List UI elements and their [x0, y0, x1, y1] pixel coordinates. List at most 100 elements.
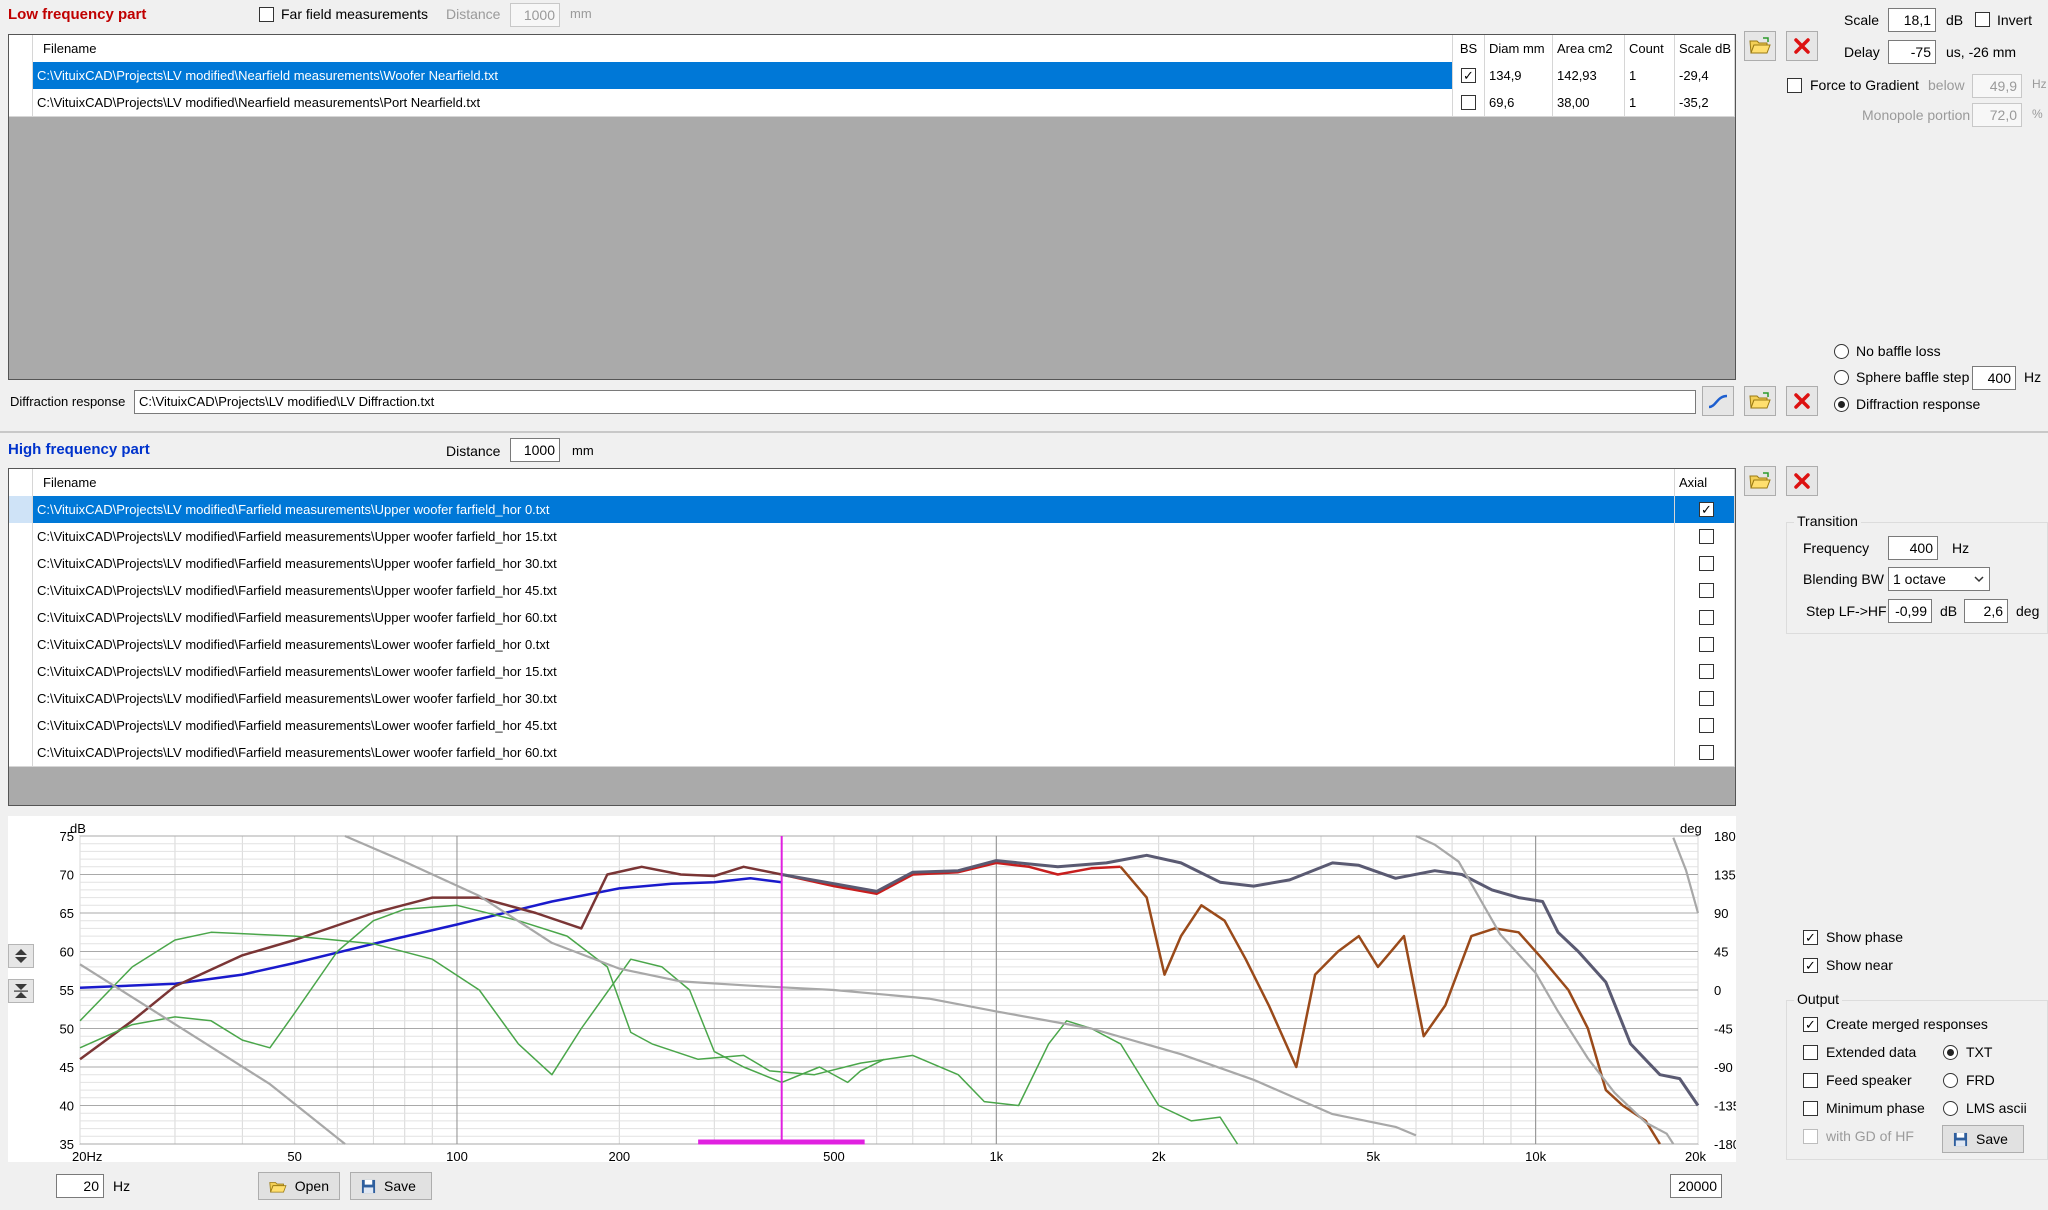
show-phase-checkbox[interactable]: ✓: [1803, 930, 1818, 945]
hf-row-filename[interactable]: C:\VituixCAD\Projects\LV modified\Farfie…: [33, 685, 1675, 712]
lf-row-2-bs-cell[interactable]: [1453, 89, 1485, 116]
hf-row-header[interactable]: [9, 685, 33, 712]
sphere-baffle-radio[interactable]: [1834, 370, 1849, 385]
hf-row-axial-cell[interactable]: [1675, 577, 1735, 604]
lf-col-filename[interactable]: Filename: [33, 35, 1453, 62]
lf-row-1-filename[interactable]: C:\VituixCAD\Projects\LV modified\Nearfi…: [33, 62, 1453, 89]
lf-row-2-header[interactable]: [9, 89, 33, 116]
chart-compress-button[interactable]: [8, 979, 34, 1003]
hf-row-axial-cell[interactable]: [1675, 631, 1735, 658]
hf-row[interactable]: C:\VituixCAD\Projects\LV modified\Farfie…: [9, 739, 1735, 767]
step-db-input[interactable]: -0,99: [1888, 599, 1932, 623]
lf-row-1[interactable]: C:\VituixCAD\Projects\LV modified\Nearfi…: [9, 62, 1735, 90]
create-merged-checkbox[interactable]: ✓: [1803, 1017, 1818, 1032]
minimum-phase-checkbox[interactable]: [1803, 1101, 1818, 1116]
hf-row-axial-checkbox[interactable]: [1699, 691, 1714, 706]
hf-row-axial-cell[interactable]: [1675, 523, 1735, 550]
hf-row-header[interactable]: [9, 631, 33, 658]
response-chart[interactable]: 354045505560657075-180-135-90-4504590135…: [8, 816, 1736, 1162]
lf-row-1-scale[interactable]: -29,4: [1675, 62, 1735, 89]
hf-row-filename[interactable]: C:\VituixCAD\Projects\LV modified\Farfie…: [33, 550, 1675, 577]
format-frd-radio[interactable]: [1943, 1073, 1958, 1088]
hf-row[interactable]: C:\VituixCAD\Projects\LV modified\Farfie…: [9, 685, 1735, 713]
hf-row[interactable]: C:\VituixCAD\Projects\LV modified\Farfie…: [9, 604, 1735, 632]
lf-row-1-diam[interactable]: 134,9: [1485, 62, 1553, 89]
hf-row-filename[interactable]: C:\VituixCAD\Projects\LV modified\Farfie…: [33, 739, 1675, 766]
hf-row-filename[interactable]: C:\VituixCAD\Projects\LV modified\Farfie…: [33, 631, 1675, 658]
hf-row-axial-cell[interactable]: [1675, 685, 1735, 712]
hf-row-axial-checkbox[interactable]: [1699, 718, 1714, 733]
hf-row-header[interactable]: [9, 604, 33, 631]
hf-row-axial-cell[interactable]: [1675, 550, 1735, 577]
max-freq-input[interactable]: 20000: [1670, 1174, 1722, 1198]
lf-row-2-filename[interactable]: C:\VituixCAD\Projects\LV modified\Nearfi…: [33, 89, 1453, 116]
sphere-baffle-input[interactable]: 400: [1972, 366, 2016, 390]
lf-row-2[interactable]: C:\VituixCAD\Projects\LV modified\Nearfi…: [9, 89, 1735, 117]
far-field-checkbox[interactable]: [259, 7, 274, 22]
hf-row-filename[interactable]: C:\VituixCAD\Projects\LV modified\Farfie…: [33, 523, 1675, 550]
lf-row-2-area[interactable]: 38,00: [1553, 89, 1625, 116]
delay-input[interactable]: -75: [1888, 40, 1936, 64]
lf-row-1-count[interactable]: 1: [1625, 62, 1675, 89]
lf-col-area[interactable]: Area cm2: [1553, 35, 1625, 62]
hf-row-axial-checkbox[interactable]: [1699, 610, 1714, 625]
lf-open-button[interactable]: [1744, 31, 1776, 61]
frequency-input[interactable]: 400: [1888, 536, 1938, 560]
hf-row-axial-checkbox[interactable]: [1699, 664, 1714, 679]
diffraction-curve-button[interactable]: [1702, 386, 1734, 416]
hf-row-filename[interactable]: C:\VituixCAD\Projects\LV modified\Farfie…: [33, 577, 1675, 604]
lf-file-grid[interactable]: Filename BS Diam mm Area cm2 Count Scale…: [8, 34, 1736, 380]
hf-row-header[interactable]: [9, 577, 33, 604]
hf-row-axial-checkbox[interactable]: [1699, 637, 1714, 652]
hf-row-filename[interactable]: C:\VituixCAD\Projects\LV modified\Farfie…: [33, 496, 1675, 523]
hf-remove-button[interactable]: [1786, 466, 1818, 496]
hf-row-header[interactable]: [9, 523, 33, 550]
hf-row-filename[interactable]: C:\VituixCAD\Projects\LV modified\Farfie…: [33, 712, 1675, 739]
hf-row-axial-cell[interactable]: [1675, 712, 1735, 739]
chart-open-button[interactable]: Open: [258, 1172, 340, 1200]
hf-row-axial-checkbox[interactable]: [1699, 556, 1714, 571]
chart-save-button[interactable]: Save: [350, 1172, 432, 1200]
min-freq-input[interactable]: 20: [56, 1174, 104, 1198]
invert-checkbox[interactable]: [1975, 12, 1990, 27]
hf-file-grid[interactable]: Filename Axial C:\VituixCAD\Projects\LV …: [8, 468, 1736, 806]
hf-row-axial-cell[interactable]: [1675, 604, 1735, 631]
lf-col-diam[interactable]: Diam mm: [1485, 35, 1553, 62]
lf-row-2-scale[interactable]: -35,2: [1675, 89, 1735, 116]
lf-row-1-area[interactable]: 142,93: [1553, 62, 1625, 89]
diffraction-path-input[interactable]: C:\VituixCAD\Projects\LV modified\LV Dif…: [134, 390, 1696, 414]
lf-row-2-diam[interactable]: 69,6: [1485, 89, 1553, 116]
with-gd-checkbox[interactable]: [1803, 1129, 1818, 1144]
lf-row-1-header[interactable]: [9, 62, 33, 89]
diffraction-open-button[interactable]: [1744, 386, 1776, 416]
hf-row-axial-checkbox[interactable]: ✓: [1699, 502, 1714, 517]
below-input[interactable]: 49,9: [1972, 74, 2022, 98]
hf-row-axial-checkbox[interactable]: [1699, 529, 1714, 544]
hf-open-button[interactable]: [1744, 466, 1776, 496]
no-baffle-radio[interactable]: [1834, 344, 1849, 359]
hf-row-header[interactable]: [9, 658, 33, 685]
monopole-input[interactable]: 72,0: [1972, 103, 2022, 127]
hf-row-header[interactable]: [9, 550, 33, 577]
output-save-button[interactable]: Save: [1942, 1125, 2024, 1153]
hf-row[interactable]: C:\VituixCAD\Projects\LV modified\Farfie…: [9, 523, 1735, 551]
lf-col-bs[interactable]: BS: [1453, 35, 1485, 62]
lf-row-1-bs-checkbox[interactable]: ✓: [1461, 68, 1476, 83]
extended-data-checkbox[interactable]: [1803, 1045, 1818, 1060]
lf-col-count[interactable]: Count: [1625, 35, 1675, 62]
chart-expand-button[interactable]: [8, 944, 34, 968]
diffraction-radio[interactable]: [1834, 397, 1849, 412]
hf-col-axial[interactable]: Axial: [1675, 469, 1735, 496]
format-lms-radio[interactable]: [1943, 1101, 1958, 1116]
hf-row[interactable]: C:\VituixCAD\Projects\LV modified\Farfie…: [9, 631, 1735, 659]
diffraction-remove-button[interactable]: [1786, 386, 1818, 416]
hf-distance-input[interactable]: 1000: [510, 438, 560, 462]
hf-row-axial-cell[interactable]: [1675, 658, 1735, 685]
hf-row[interactable]: C:\VituixCAD\Projects\LV modified\Farfie…: [9, 550, 1735, 578]
lf-distance-input[interactable]: 1000: [510, 3, 560, 27]
hf-row-axial-checkbox[interactable]: [1699, 745, 1714, 760]
format-txt-radio[interactable]: [1943, 1045, 1958, 1060]
lf-row-2-count[interactable]: 1: [1625, 89, 1675, 116]
feed-speaker-checkbox[interactable]: [1803, 1073, 1818, 1088]
hf-row[interactable]: C:\VituixCAD\Projects\LV modified\Farfie…: [9, 496, 1735, 524]
